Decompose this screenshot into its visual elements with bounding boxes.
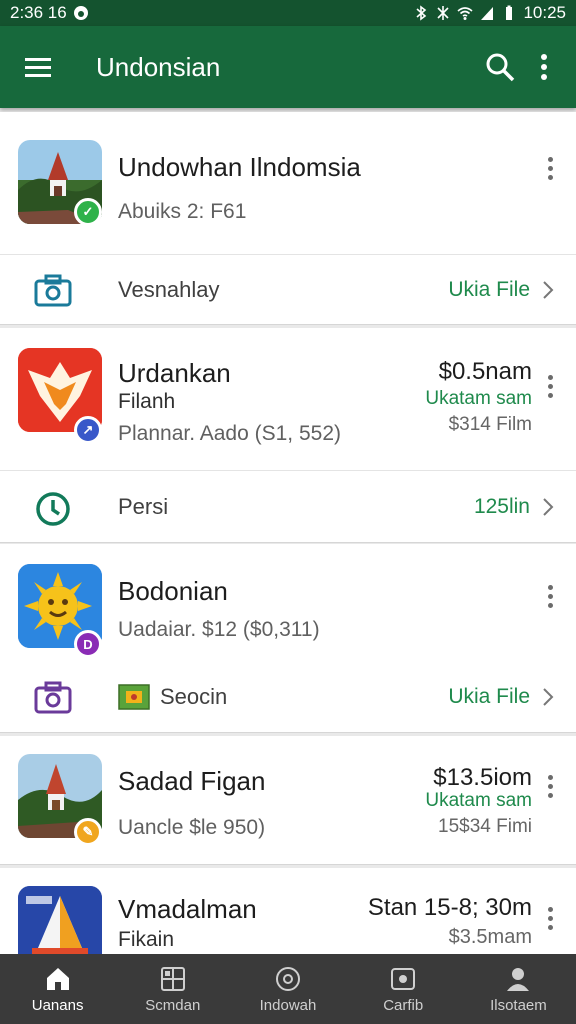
item-name: Urdankan (118, 358, 231, 388)
item-price: Stan 15-8; 30m (367, 894, 532, 921)
item-thumbnail (18, 886, 102, 954)
item-price: $13.5iom (433, 764, 532, 791)
wifi-icon (457, 7, 473, 20)
nav-label: Uanans (31, 996, 84, 1014)
nav-label: Scmdan (145, 996, 201, 1014)
item-meta: Uadaiar. $12 ($0,311) (118, 618, 320, 641)
menu-button[interactable] (18, 47, 58, 87)
list-item[interactable]: ✓ Undowhan Ilndomsia Abuiks 2: F61 Vesna… (0, 112, 576, 325)
list-item[interactable]: D Bodonian Uadaiar. $12 ($0,311) Seocin … (0, 544, 576, 733)
nav-item-grid[interactable]: Scmdan (115, 954, 230, 1024)
media-icon (391, 967, 416, 990)
sub-link[interactable]: 125lin (474, 495, 530, 519)
item-more-button[interactable] (538, 366, 562, 406)
camera-icon (34, 271, 72, 309)
status-time-right: 10:25 (523, 3, 566, 22)
chevron-right-icon[interactable] (538, 497, 558, 517)
home-icon (46, 967, 69, 990)
list-item[interactable]: ✎ Sadad Figan Uancle $le 950) $13.5iom U… (0, 736, 576, 865)
chevron-right-icon[interactable] (538, 280, 558, 300)
more-vert-icon (541, 54, 547, 80)
item-name: Vmadalman (118, 894, 257, 924)
bottom-navigation: Uanans Scmdan Indowah Carfib Ilsotaem (0, 954, 576, 1024)
sub-label: Persi (118, 493, 169, 519)
item-list: ✓ Undowhan Ilndomsia Abuiks 2: F61 Vesna… (0, 108, 576, 954)
item-more-button[interactable] (538, 148, 562, 188)
item-price-detail: 15$34 Fimi (438, 816, 532, 837)
page-title: Undonsian (96, 51, 221, 82)
item-price-status: Ukatam sam (425, 388, 532, 409)
item-price: $0.5nam (438, 358, 532, 385)
mute-icon (437, 6, 450, 20)
person-icon (507, 967, 530, 991)
sub-label: Seocin (160, 684, 228, 709)
item-more-button[interactable] (538, 898, 562, 938)
sub-link[interactable]: Ukia File (448, 278, 530, 302)
camera-icon (34, 678, 72, 716)
pencil-badge-icon: ✎ (74, 818, 102, 846)
item-price-status: Ukatam sam (425, 790, 532, 811)
item-meta: Uancle $le 950) (118, 816, 266, 839)
item-price-detail: $3.5mam (448, 926, 532, 948)
list-item[interactable]: ↗ Urdankan Filanh Plannar. Aado (S1, 552… (0, 328, 576, 543)
item-meta: Plannar. Aado (S1, 552) (118, 422, 341, 445)
search-icon (486, 53, 515, 82)
item-name: Undowhan Ilndomsia (118, 152, 361, 182)
nav-item-home[interactable]: Uanans (0, 954, 115, 1024)
item-name: Bodonian (118, 576, 228, 606)
nav-label: Carfib (383, 996, 424, 1014)
list-item[interactable]: Vmadalman Fikain Stan 15-8; 30m $3.5mam (0, 868, 576, 954)
nav-item-profile[interactable]: Ilsotaem (461, 954, 576, 1024)
check-badge-icon: ✓ (74, 198, 102, 226)
item-more-button[interactable] (538, 576, 562, 616)
hamburger-icon (25, 58, 51, 77)
nav-label: Ilsotaem (490, 996, 547, 1014)
nav-label: Indowah (259, 996, 317, 1014)
sub-label: Vesnahlay (118, 276, 220, 302)
item-subtitle: Fikain (118, 928, 175, 951)
battery-icon (506, 5, 513, 20)
search-button[interactable] (478, 45, 522, 89)
signal-icon (481, 7, 494, 20)
item-price-detail: $314 Film (448, 414, 532, 435)
item-subtitle: Filanh (118, 390, 176, 413)
status-time-left: 2:36 16 (10, 3, 67, 22)
app-bar: Undonsian (0, 26, 576, 108)
item-more-button[interactable] (538, 766, 562, 806)
nav-item-disc[interactable]: Indowah (230, 954, 345, 1024)
chevron-right-icon[interactable] (538, 687, 558, 707)
notification-icon (73, 6, 88, 20)
item-meta: Abuiks 2: F61 (118, 200, 247, 223)
link-badge-icon: ↗ (74, 416, 102, 444)
overflow-menu-button[interactable] (522, 45, 566, 89)
item-name: Sadad Figan (118, 766, 266, 796)
sub-link[interactable]: Ukia File (448, 685, 530, 709)
grid-icon (160, 966, 185, 991)
timer-icon (34, 488, 72, 526)
bluetooth-icon (416, 5, 427, 21)
d-badge-icon: D (74, 630, 102, 658)
nav-item-media[interactable]: Carfib (346, 954, 461, 1024)
flag-icon (118, 684, 150, 710)
status-bar: 2:36 16 10:25 (0, 0, 576, 26)
disc-icon (276, 966, 300, 991)
